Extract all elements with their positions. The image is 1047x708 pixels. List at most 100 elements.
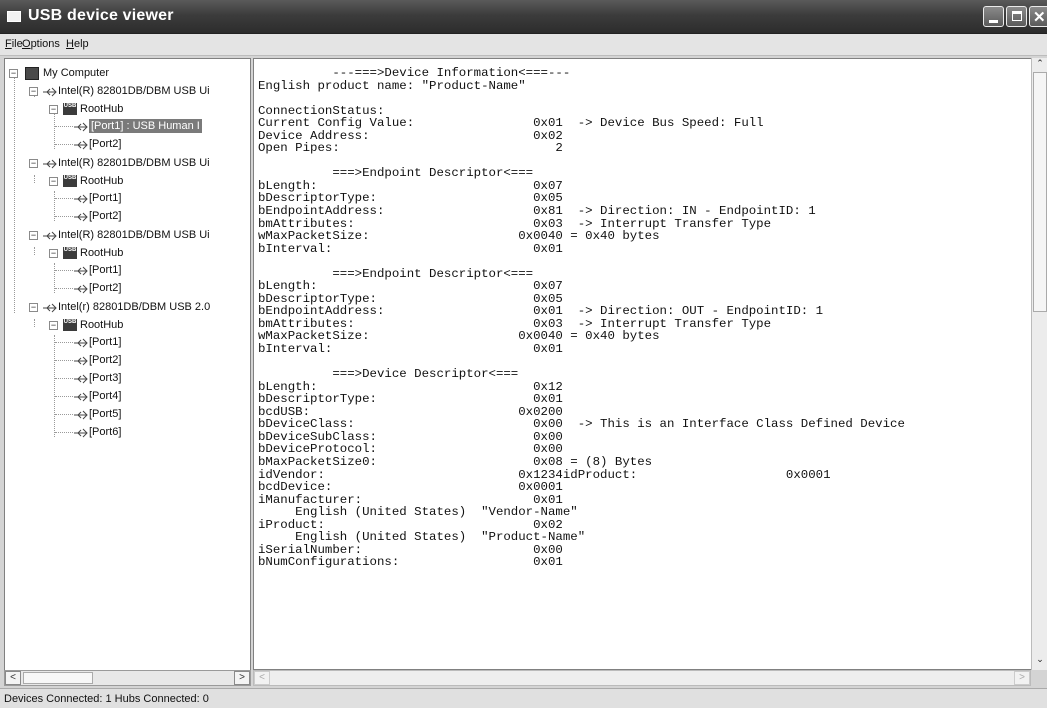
usb-icon bbox=[42, 230, 58, 241]
tree-port-label: [Port1] bbox=[89, 264, 122, 276]
usb-icon bbox=[73, 283, 89, 294]
scroll-thumb[interactable] bbox=[1033, 72, 1047, 312]
tree-port[interactable]: [Port1] bbox=[73, 334, 121, 351]
descriptor-line: bLength: 0x07 bbox=[258, 279, 563, 294]
tree-controller-label: Intel(R) 82801DB/DBM USB Ui bbox=[58, 157, 210, 169]
menu-options-label: ptions bbox=[30, 38, 60, 50]
tree-port[interactable]: [Port2] bbox=[73, 352, 121, 369]
minimize-icon bbox=[989, 20, 998, 23]
usb-icon bbox=[73, 193, 89, 204]
scroll-right-icon[interactable]: > bbox=[1014, 671, 1030, 685]
usb-icon bbox=[73, 355, 89, 366]
collapse-toggle[interactable]: − bbox=[29, 303, 38, 312]
minimize-button[interactable] bbox=[983, 6, 1004, 27]
hub-icon: USB bbox=[63, 319, 77, 332]
menu-help[interactable]: Help bbox=[66, 38, 89, 50]
menu-file[interactable]: File bbox=[5, 38, 23, 50]
usb-icon bbox=[73, 211, 89, 222]
usb-icon bbox=[42, 158, 58, 169]
descriptor-line: Current Config Value: 0x01 -> Device Bus… bbox=[258, 116, 764, 131]
descriptor-line: bcdDevice: 0x0001 bbox=[258, 480, 563, 495]
descriptor-line: bInterval: 0x01 bbox=[258, 241, 563, 256]
close-icon: ✕ bbox=[1033, 9, 1046, 26]
descriptor-text: ---===>Device Information<===--- English … bbox=[258, 67, 905, 569]
computer-icon bbox=[25, 66, 39, 80]
tree-controller-label: Intel(R) 82801DB/DBM USB Ui bbox=[58, 85, 210, 97]
tree-port-label: [Port2] bbox=[89, 354, 122, 366]
descriptor-line: bDeviceClass: 0x00 -> This is an Interfa… bbox=[258, 417, 905, 432]
tree-hub-label: RootHub bbox=[80, 103, 124, 115]
scroll-down-icon[interactable]: ⌄ bbox=[1033, 654, 1047, 667]
tree-port[interactable]: [Port3] bbox=[73, 370, 121, 387]
usb-icon bbox=[73, 265, 89, 276]
tree-port[interactable]: [Port1] : USB Human I bbox=[73, 118, 202, 135]
tree-port-label: [Port1] bbox=[89, 336, 122, 348]
tree-port-label: [Port4] bbox=[89, 390, 122, 402]
usb-icon bbox=[42, 86, 58, 97]
collapse-toggle[interactable]: − bbox=[29, 159, 38, 168]
collapse-toggle[interactable]: − bbox=[49, 177, 58, 186]
app-icon bbox=[7, 11, 21, 22]
device-tree[interactable]: − My Computer − Intel(R) 82801DB/DBM USB… bbox=[4, 58, 251, 686]
window-title: USB device viewer bbox=[28, 7, 174, 24]
descriptor-line: bInterval: 0x01 bbox=[258, 342, 563, 357]
hub-icon: USB bbox=[63, 247, 77, 260]
details-horizontal-scrollbar[interactable]: < > bbox=[253, 670, 1031, 686]
usb-icon bbox=[73, 373, 89, 384]
tree-port[interactable]: [Port6] bbox=[73, 424, 121, 441]
descriptor-line: ===>Device Descriptor<=== bbox=[258, 367, 519, 382]
hub-icon: USB bbox=[63, 175, 77, 188]
details-pane[interactable]: ---===>Device Information<===--- English … bbox=[253, 58, 1047, 670]
tree-port-label: [Port1] : USB Human I bbox=[89, 119, 202, 133]
scroll-up-icon[interactable]: ⌃ bbox=[1033, 58, 1047, 71]
tree-hub-label: RootHub bbox=[80, 175, 124, 187]
tree-port[interactable]: [Port2] bbox=[73, 136, 121, 153]
usb-icon bbox=[73, 121, 89, 132]
descriptor-line: bDescriptorType: 0x01 bbox=[258, 392, 563, 407]
usb-icon bbox=[73, 409, 89, 420]
tree-port-label: [Port2] bbox=[89, 138, 122, 150]
tree-controller-label: Intel(r) 82801DB/DBM USB 2.0 bbox=[58, 301, 211, 313]
tree-port[interactable]: [Port2] bbox=[73, 208, 121, 225]
menu-help-mnemonic: H bbox=[66, 38, 74, 50]
tree-horizontal-scrollbar[interactable]: < > bbox=[4, 670, 251, 686]
tree-port[interactable]: [Port4] bbox=[73, 388, 121, 405]
details-vertical-scrollbar[interactable]: ⌃ ⌄ bbox=[1031, 58, 1047, 670]
collapse-toggle[interactable]: − bbox=[49, 249, 58, 258]
descriptor-line bbox=[258, 255, 905, 268]
usb-icon bbox=[73, 337, 89, 348]
collapse-toggle[interactable]: − bbox=[29, 87, 38, 96]
collapse-toggle[interactable]: − bbox=[49, 105, 58, 114]
hub-icon: USB bbox=[63, 103, 77, 116]
maximize-button[interactable] bbox=[1006, 6, 1027, 27]
menu-file-mnemonic: F bbox=[5, 38, 12, 50]
title-bar: USB device viewer ✕ bbox=[0, 0, 1047, 34]
scroll-left-icon[interactable]: < bbox=[5, 671, 21, 685]
collapse-toggle[interactable]: − bbox=[49, 321, 58, 330]
tree-controller-label: Intel(R) 82801DB/DBM USB Ui bbox=[58, 229, 210, 241]
tree-hub-label: RootHub bbox=[80, 247, 124, 259]
descriptor-line: bMaxPacketSize0: 0x08 = (8) Bytes bbox=[258, 454, 653, 469]
descriptor-line: bNumConfigurations: 0x01 bbox=[258, 555, 563, 570]
tree-port[interactable]: [Port1] bbox=[73, 262, 121, 279]
tree-port-label: [Port3] bbox=[89, 372, 122, 384]
menu-options[interactable]: Options bbox=[22, 38, 60, 50]
tree-port[interactable]: [Port5] bbox=[73, 406, 121, 423]
descriptor-line bbox=[258, 92, 905, 105]
scroll-left-icon[interactable]: < bbox=[254, 671, 270, 685]
tree-port-label: [Port5] bbox=[89, 408, 122, 420]
scroll-right-icon[interactable]: > bbox=[234, 671, 250, 685]
collapse-toggle[interactable]: − bbox=[29, 231, 38, 240]
descriptor-line: English (United States) "Vendor-Name" bbox=[258, 505, 578, 520]
close-button[interactable]: ✕ bbox=[1029, 6, 1047, 27]
tree-port[interactable]: [Port1] bbox=[73, 190, 121, 207]
tree-port-label: [Port2] bbox=[89, 282, 122, 294]
tree-port[interactable]: [Port2] bbox=[73, 280, 121, 297]
scroll-thumb[interactable] bbox=[23, 672, 93, 684]
descriptor-line: Open Pipes: 2 bbox=[258, 141, 563, 156]
descriptor-line: ---===>Device Information<===--- bbox=[258, 66, 571, 80]
collapse-toggle[interactable]: − bbox=[9, 69, 18, 78]
menu-options-mnemonic: O bbox=[22, 38, 31, 50]
tree-root-label: My Computer bbox=[43, 67, 110, 79]
menu-bar: File Options Help bbox=[0, 34, 1047, 56]
